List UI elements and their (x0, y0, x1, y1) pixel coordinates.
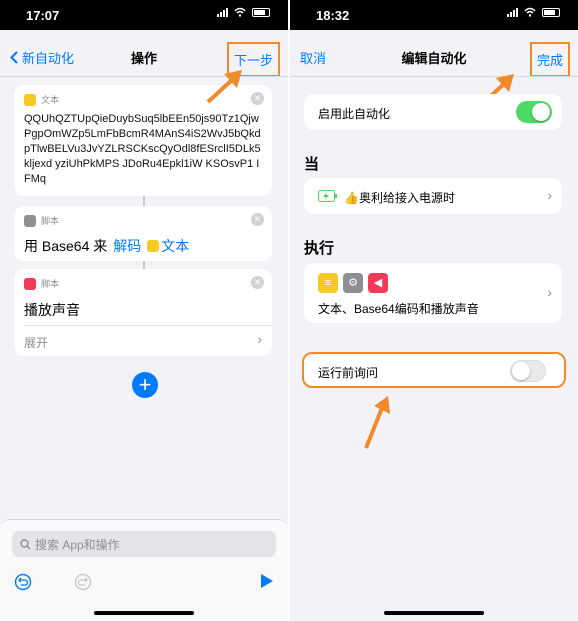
wifi-icon (524, 7, 536, 17)
home-indicator (384, 611, 484, 615)
done-button[interactable]: 完成 (529, 42, 570, 77)
text-variable-icon (147, 240, 160, 252)
enable-label: 启用此自动化 (318, 107, 391, 121)
chevron-right-icon: › (547, 187, 552, 203)
status-bar: 17:07 (0, 0, 288, 30)
play-sound-title: 播放声音 (24, 302, 80, 318)
actions-library-panel: 搜索 App和操作 (0, 519, 288, 621)
card-kind-label: 脚本 (41, 279, 60, 289)
chevron-right-icon: › (547, 284, 552, 300)
status-time: 17:07 (26, 8, 60, 23)
actions-row[interactable]: ≡ ⚙ ◀ 文本、Base64编码和播放声音 › (304, 263, 562, 323)
redo-icon[interactable] (74, 573, 92, 591)
base64-action-card[interactable]: 脚本 ✕ 用 Base64 来 解码 文本 (14, 206, 272, 261)
when-heading: 当 (304, 156, 320, 173)
gear-icon (24, 214, 36, 227)
remove-action-icon[interactable]: ✕ (251, 213, 264, 226)
charging-battery-icon (318, 190, 337, 202)
annotation-arrow-icon (206, 70, 242, 104)
battery-icon (252, 7, 270, 17)
wifi-icon (234, 7, 246, 17)
trigger-label: 👍奥利给接入电源时 (344, 191, 455, 205)
expand-button[interactable]: 展开 (24, 334, 48, 351)
mode-selector[interactable]: 解码 (113, 236, 141, 256)
chevron-right-icon: › (257, 331, 262, 347)
play-icon[interactable] (260, 573, 274, 589)
input-variable[interactable]: 文本 (161, 236, 189, 256)
right-phone-screen: 18:32 取消 编辑自动化 完成 启用此自动化 当 👍奥利给接入电源时 › 执… (290, 0, 578, 621)
cancel-button[interactable]: 取消 (300, 48, 326, 67)
chevron-left-icon (10, 51, 18, 64)
signal-icon (217, 7, 228, 17)
speaker-icon: ◀ (368, 273, 388, 293)
status-time: 18:32 (316, 8, 350, 23)
search-placeholder: 搜索 App和操作 (35, 537, 120, 552)
actions-summary: 文本、Base64编码和播放声音 (318, 302, 479, 316)
back-label: 新自动化 (22, 51, 75, 66)
do-heading: 执行 (304, 240, 335, 257)
card-kind-label: 脚本 (41, 216, 60, 226)
text-icon (24, 93, 36, 106)
remove-action-icon[interactable]: ✕ (251, 276, 264, 289)
speaker-icon (24, 277, 36, 290)
actions-sheet: 新自动化 操作 下一步 文本 ✕ QQUhQZTUpQieDuybSuq5lbE… (0, 32, 288, 621)
ask-label: 运行前询问 (318, 366, 379, 380)
add-action-button[interactable]: + (132, 372, 158, 398)
trigger-row[interactable]: 👍奥利给接入电源时 › (304, 178, 562, 214)
base64-prefix: 用 Base64 来 (24, 238, 108, 254)
nav-divider (290, 76, 578, 77)
signal-icon (507, 7, 518, 17)
search-icon (20, 538, 31, 549)
enable-automation-row: 启用此自动化 (304, 94, 562, 130)
battery-icon (542, 7, 560, 17)
nav-divider (0, 76, 288, 77)
text-icon: ≡ (318, 273, 338, 293)
undo-icon[interactable] (14, 573, 32, 591)
nav-bar: 取消 编辑自动化 完成 (290, 38, 578, 78)
enable-toggle[interactable] (516, 101, 552, 123)
back-button[interactable]: 新自动化 (10, 48, 74, 67)
edit-automation-sheet: 取消 编辑自动化 完成 启用此自动化 当 👍奥利给接入电源时 › 执行 ≡ ⚙ … (290, 32, 578, 621)
card-kind-label: 文本 (41, 95, 60, 105)
play-sound-action-card[interactable]: 脚本 ✕ 播放声音 展开 › (14, 269, 272, 356)
annotation-arrow-icon (364, 396, 390, 449)
left-phone-screen: 17:07 新自动化 操作 下一步 文本 ✕ QQUhQZTUpQieDuybS… (0, 0, 288, 621)
text-content[interactable]: QQUhQZTUpQieDuybSuq5lbEEn50js90Tz1QjwPgp… (24, 112, 264, 192)
remove-action-icon[interactable]: ✕ (251, 92, 264, 105)
home-indicator (94, 611, 194, 615)
action-connector (143, 196, 145, 206)
nav-bar: 新自动化 操作 下一步 (0, 38, 288, 78)
ask-before-running-row: 运行前询问 (302, 352, 566, 388)
status-bar: 18:32 (290, 0, 578, 30)
ask-toggle[interactable] (510, 360, 546, 382)
gear-icon: ⚙ (343, 273, 363, 293)
divider (24, 325, 272, 326)
action-connector (143, 261, 145, 269)
search-input[interactable]: 搜索 App和操作 (12, 531, 276, 557)
